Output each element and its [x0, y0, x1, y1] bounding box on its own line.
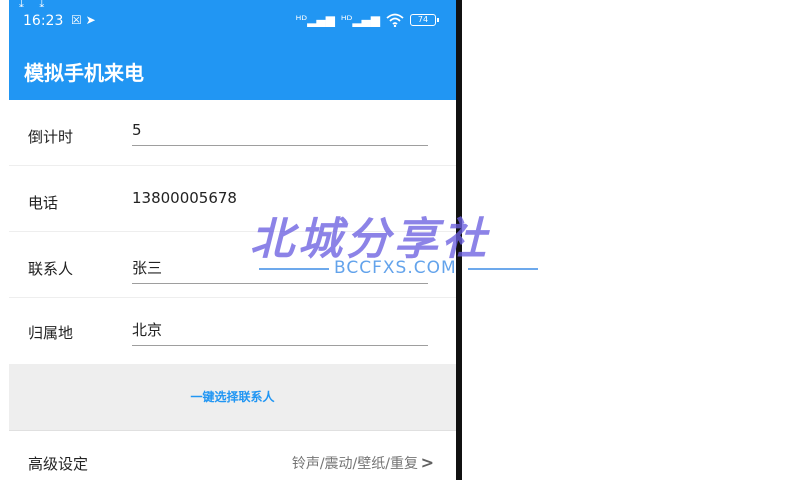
status-bar: ⤓ ⤓ 16:23 ☒ ➤ ᴴᴰ▂▄▆ ᴴᴰ▂▄▆ 74 — [9, 0, 456, 44]
status-time: 16:23 — [23, 13, 64, 29]
battery-level: 74 — [417, 15, 429, 24]
signal-icon: ᴴᴰ▂▄▆ — [295, 13, 335, 27]
advanced-settings-row[interactable]: 高级设定 铃声/震动/壁纸/重复 > — [9, 430, 456, 480]
phone-label: 电话 — [28, 194, 59, 212]
pick-contact-area: 一键选择联系人 — [9, 364, 456, 430]
advanced-settings-value: 铃声/震动/壁纸/重复 — [291, 456, 418, 472]
form-row-location: 归属地 — [9, 298, 456, 364]
app-title: 模拟手机来电 — [24, 61, 144, 85]
location-input[interactable] — [132, 314, 428, 346]
contact-label: 联系人 — [28, 260, 74, 278]
notification-icons: ☒ ➤ — [71, 13, 96, 27]
watermark-subtitle: BCCFXS.COM — [334, 258, 457, 278]
chevron-right-icon: > — [420, 453, 434, 472]
watermark-line-right — [468, 268, 538, 270]
battery-icon: 74 — [410, 14, 439, 26]
status-right-group: ᴴᴰ▂▄▆ ᴴᴰ▂▄▆ 74 — [295, 13, 439, 27]
location-label: 归属地 — [28, 324, 74, 342]
watermark-line-left — [259, 268, 329, 270]
countdown-input[interactable] — [132, 114, 428, 146]
download-icon: ⤓ ⤓ — [19, 0, 51, 10]
form-row-countdown: 倒计时 — [9, 100, 456, 166]
signal-icon-2: ᴴᴰ▂▄▆ — [340, 13, 380, 27]
pick-contact-button[interactable]: 一键选择联系人 — [9, 364, 456, 430]
countdown-label: 倒计时 — [28, 128, 74, 146]
app-bar: 模拟手机来电 — [9, 44, 456, 100]
wifi-icon — [386, 13, 404, 27]
advanced-settings-label: 高级设定 — [28, 455, 89, 473]
